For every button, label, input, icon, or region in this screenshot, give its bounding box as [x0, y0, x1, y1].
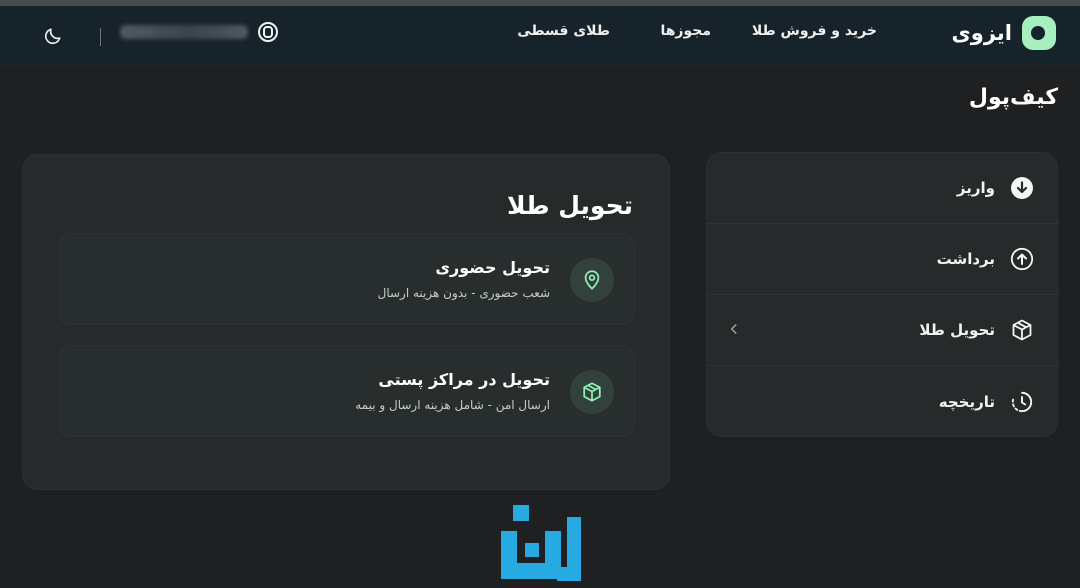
sidebar-item-deposit[interactable]: واریز: [707, 153, 1059, 224]
sidebar-item-history[interactable]: تاریخچه: [707, 366, 1059, 437]
user-circle-icon: [258, 22, 278, 42]
moon-icon: [44, 28, 61, 45]
theme-toggle-button[interactable]: [40, 23, 66, 49]
user-menu[interactable]: [120, 22, 278, 42]
sidebar-item-label: تاریخچه: [938, 392, 995, 411]
nav-link-licenses[interactable]: مجوزها: [660, 23, 711, 39]
arrow-up-circle-icon: [1009, 246, 1035, 272]
sidebar-item-withdraw[interactable]: برداشت: [707, 224, 1059, 295]
history-icon: [1009, 389, 1035, 415]
sidebar-item-label: برداشت: [936, 250, 995, 268]
nav-divider: [100, 28, 101, 46]
brand-logo-icon: [1022, 16, 1056, 50]
user-name-blurred: [120, 25, 248, 39]
gold-delivery-panel: تحویل طلا تحویل حضوری شعب حضوری - بدون ه…: [22, 154, 670, 490]
brand[interactable]: ایزوی: [952, 15, 1056, 51]
chevron-left-icon: [725, 320, 743, 338]
option-subtitle: ارسال امن - شامل هزینه ارسال و بیمه: [355, 398, 550, 412]
arrow-down-circle-icon: [1009, 175, 1035, 201]
option-title: تحویل در مراکز پستی: [378, 370, 550, 389]
package-icon: [570, 370, 614, 414]
sidebar-item-label: تحویل طلا: [919, 321, 995, 339]
delivery-option-post[interactable]: تحویل در مراکز پستی ارسال امن - شامل هزی…: [59, 345, 635, 437]
box-icon: [1009, 317, 1035, 343]
nav-link-installment-gold[interactable]: طلای قسطی: [517, 23, 610, 39]
map-pin-icon: [570, 258, 614, 302]
brand-name: ایزوی: [951, 21, 1012, 45]
watermark-logo: [497, 503, 583, 588]
sidebar-item-gold-delivery[interactable]: تحویل طلا: [707, 295, 1059, 366]
option-title: تحویل حضوری: [435, 258, 550, 277]
delivery-option-in-person[interactable]: تحویل حضوری شعب حضوری - بدون هزینه ارسال: [59, 233, 635, 325]
top-navbar: ایزوی خرید و فروش طلا مجوزها طلای قسطی: [0, 6, 1080, 66]
option-subtitle: شعب حضوری - بدون هزینه ارسال: [377, 286, 550, 300]
sidebar-item-label: واریز: [956, 179, 995, 197]
panel-title: تحویل طلا: [506, 191, 633, 220]
wallet-sidebar: واریز برداشت تحویل طلا تاریخچه: [706, 152, 1059, 437]
nav-link-buy-sell-gold[interactable]: خرید و فروش طلا: [752, 23, 877, 39]
page-title: کیف‌پول: [968, 85, 1058, 110]
